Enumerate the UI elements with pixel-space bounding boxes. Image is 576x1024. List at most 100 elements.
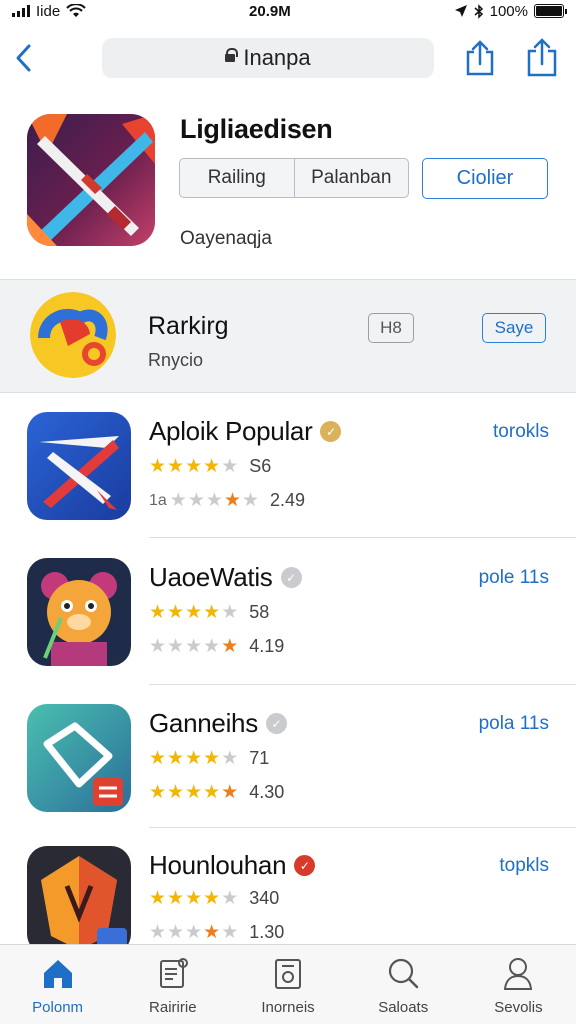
app-title: UaoeWatis ✓ — [149, 562, 302, 593]
tab-profile[interactable]: Sevolis — [461, 945, 576, 1024]
rating-row: ★ ★ ★ ★ ★ 58 — [149, 602, 269, 623]
tab-home[interactable]: Polonm — [0, 945, 115, 1024]
star-icon: ★ — [167, 602, 185, 623]
app-title: Ganneihs ✓ — [149, 708, 287, 739]
star-icon: ★ — [241, 490, 260, 511]
star-icon: ★ — [167, 888, 185, 909]
featured-app: Ligliaedisen Railing Palanban Ciolier Oa… — [0, 100, 576, 278]
star-icon: ★ — [149, 602, 167, 623]
star-icon: ★ — [221, 456, 239, 477]
featured-action-button[interactable]: Ciolier — [422, 158, 548, 199]
app-action-link[interactable]: pole 11s — [479, 567, 549, 589]
ranking-title: Rarkirg — [148, 312, 229, 340]
person-icon — [504, 958, 533, 990]
star-icon: ★ — [149, 888, 167, 909]
rating-value: 4.19 — [249, 636, 285, 656]
app-icon-shield — [27, 846, 131, 944]
rating-row-secondary: 1a ★ ★ ★ ★ ★ 2.49 — [149, 490, 305, 511]
ranking-banner[interactable]: Rarkirg Rnycio H8 Saye — [0, 280, 576, 392]
tab-news[interactable]: Rairirie — [115, 945, 230, 1024]
rating-value: 340 — [249, 888, 280, 908]
tab-label: Saloats — [378, 999, 429, 1016]
star-icon: ★ — [185, 602, 203, 623]
rating-value: 1.30 — [249, 922, 285, 942]
address-text: Inanpa — [243, 45, 311, 70]
ranking-subtitle: Rnycio — [148, 350, 204, 370]
info-badge-icon: ✓ — [320, 421, 342, 442]
camera-icon — [275, 959, 301, 989]
back-chevron-icon[interactable] — [10, 40, 38, 76]
star-icon: ★ — [221, 636, 239, 657]
star-icon: ★ — [169, 490, 187, 511]
rating-value: 58 — [249, 602, 270, 622]
list-item[interactable]: Ganneihs ✓ pola 11s ★ ★ ★ ★ ★ 71 ★ ★ ★ ★ ★ 4.30 — [0, 684, 576, 829]
app-title: Aploik Popular ✓ — [149, 416, 342, 447]
lock-icon — [225, 48, 239, 63]
star-icon: ★ — [185, 922, 203, 943]
list-item[interactable]: Hounlouhan ✓ topkls ★ ★ ★ ★ ★ 340 ★ ★ ★ ★ ★ 1.30 — [0, 826, 576, 944]
clock: 20.9M — [249, 2, 291, 20]
rating-row-secondary: ★ ★ ★ ★ ★ 4.30 — [149, 782, 284, 803]
star-icon: ★ — [167, 922, 185, 943]
ranking-badge: H8 — [368, 313, 414, 343]
rating-row: ★ ★ ★ ★ ★ S6 — [149, 456, 271, 477]
star-icon: ★ — [185, 636, 203, 657]
ranking-app-icon — [30, 292, 116, 378]
app-title-text: Aploik Popular — [149, 416, 313, 446]
star-icon: ★ — [221, 602, 239, 623]
share-alt-icon[interactable] — [524, 36, 560, 78]
star-icon: ★ — [203, 782, 221, 803]
star-icon: ★ — [221, 782, 239, 803]
star-icon: ★ — [203, 456, 221, 477]
info-badge-icon: ✓ — [265, 713, 287, 734]
rating-row-secondary: ★ ★ ★ ★ ★ 4.19 — [149, 636, 284, 657]
carrier-label: Iide — [36, 2, 61, 20]
tab-search[interactable]: Saloats — [346, 945, 461, 1024]
star-icon: ★ — [185, 782, 203, 803]
app-title-text: Hounlouhan — [149, 850, 287, 880]
tab-label: Inorneis — [261, 999, 315, 1016]
star-icon: ★ — [203, 922, 221, 943]
tab-camera[interactable]: Inorneis — [230, 945, 345, 1024]
wifi-icon — [66, 4, 86, 17]
star-icon: ★ — [149, 922, 167, 943]
app-action-link[interactable]: torokls — [493, 421, 549, 443]
list-item[interactable]: UaoeWatis ✓ pole 11s ★ ★ ★ ★ ★ 58 ★ ★ ★ ★ ★ 4.19 — [0, 538, 576, 683]
star-icon: ★ — [203, 748, 221, 769]
tab-label: Polonm — [32, 999, 84, 1016]
segment-right[interactable]: Palanban — [293, 159, 409, 197]
ranking-button[interactable]: Saye — [482, 313, 546, 343]
app-title-text: Ganneihs — [149, 708, 258, 738]
app-action-link[interactable]: topkls — [499, 855, 549, 877]
battery-percent: 100% — [489, 2, 528, 20]
rating-prefix: 1a — [149, 491, 167, 509]
app-title: Hounlouhan ✓ — [149, 850, 316, 881]
star-icon: ★ — [203, 602, 221, 623]
list-item[interactable]: Aploik Popular ✓ torokls ★ ★ ★ ★ ★ S6 1a ★ ★ ★ ★ ★… — [0, 392, 576, 537]
featured-app-icon[interactable] — [27, 114, 155, 246]
navigation-bar: Inanpa — [0, 30, 576, 90]
rating-row: ★ ★ ★ ★ ★ 71 — [149, 748, 269, 769]
signal-icon — [12, 5, 30, 17]
star-icon: ★ — [205, 490, 223, 511]
star-icon: ★ — [221, 922, 239, 943]
news-icon — [159, 958, 188, 988]
bluetooth-icon — [474, 3, 483, 19]
segmented-control: Railing Palanban — [179, 158, 409, 198]
star-icon: ★ — [167, 782, 185, 803]
star-icon: ★ — [167, 748, 185, 769]
rating-row-secondary: ★ ★ ★ ★ ★ 1.30 — [149, 922, 284, 943]
battery-icon — [533, 4, 567, 18]
app-action-link[interactable]: pola 11s — [479, 713, 549, 735]
star-icon: ★ — [187, 490, 205, 511]
rating-value: 2.49 — [270, 490, 306, 510]
star-icon: ★ — [221, 888, 239, 909]
star-icon: ★ — [203, 636, 221, 657]
share-icon[interactable] — [462, 38, 498, 78]
rating-value: S6 — [249, 456, 272, 476]
segment-left[interactable]: Railing — [180, 159, 294, 197]
star-icon: ★ — [167, 636, 185, 657]
address-bar[interactable]: Inanpa — [102, 38, 434, 78]
search-icon — [389, 958, 419, 989]
app-icon-plane — [27, 412, 131, 520]
